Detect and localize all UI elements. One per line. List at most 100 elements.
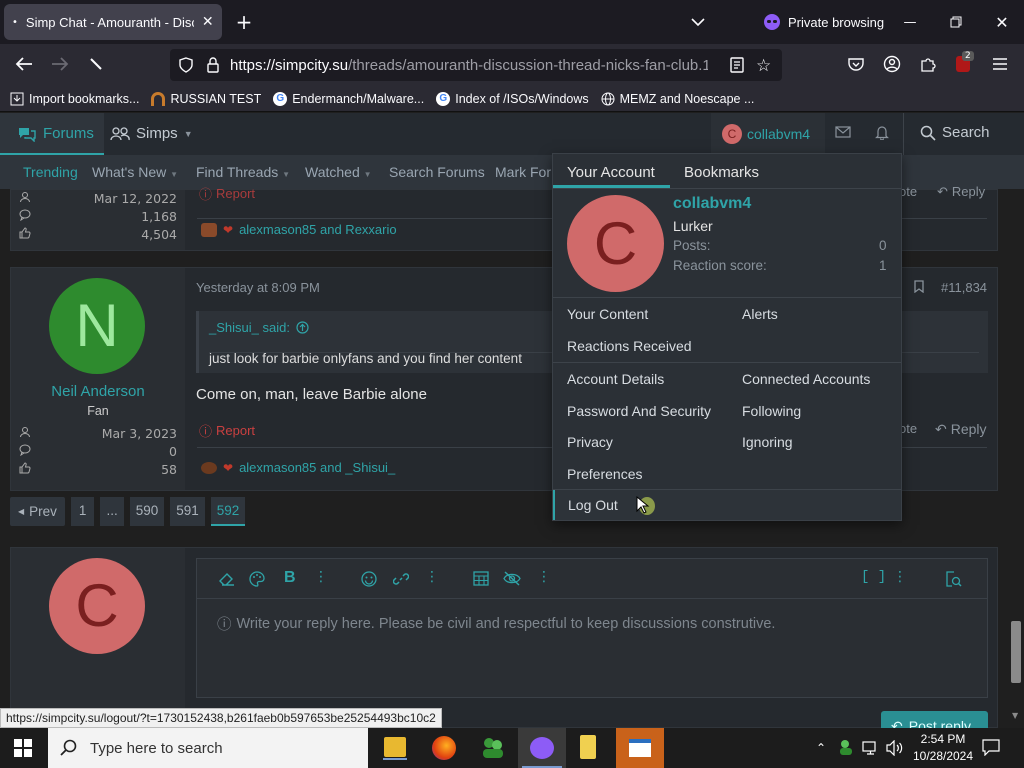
post-username[interactable]: Neil Anderson (11, 383, 185, 400)
more-options-icon[interactable]: ⋮ (537, 569, 551, 585)
browser-tab[interactable]: • Simp Chat - Amouranth - Discu ✕ (4, 4, 222, 40)
account-circle-icon[interactable] (882, 54, 902, 74)
close-window-icon[interactable]: ✕ (992, 12, 1012, 32)
reply-link[interactable]: ↶ Reply (937, 184, 985, 200)
tab-simps[interactable]: Simps ▼ (110, 125, 193, 142)
bookmark-endermanch[interactable]: G Endermanch/Malware... (273, 91, 424, 106)
tab-forums[interactable]: Forums (0, 113, 104, 155)
page-scrollbar[interactable]: ▼ (1008, 189, 1024, 728)
hamburger-menu-icon[interactable] (990, 55, 1010, 73)
user-avatar[interactable]: N (49, 278, 145, 374)
menu-link-preferences[interactable]: Preferences (567, 466, 642, 482)
page-link[interactable]: 1 (70, 497, 95, 526)
reader-view-icon[interactable] (730, 57, 744, 73)
quote-attribution[interactable]: _Shisui_ said: (209, 320, 309, 335)
extensions-puzzle-icon[interactable] (918, 54, 938, 74)
menu-link-privacy[interactable]: Privacy (567, 434, 613, 450)
page-link-current[interactable]: 592 (210, 497, 246, 526)
preview-icon[interactable] (945, 571, 962, 587)
reply-textarea[interactable]: ⓘ Write your reply here. Please be civil… (217, 613, 775, 634)
bbcode-toggle-icon[interactable]: [ ] (861, 569, 886, 585)
search-button[interactable]: Search (920, 124, 990, 141)
bookmark-star-icon[interactable]: ☆ (756, 56, 771, 76)
envelope-icon[interactable] (835, 126, 851, 138)
subnav-mark-forums[interactable]: Mark For (495, 164, 551, 180)
taskbar-search[interactable]: Type here to search (48, 728, 368, 768)
volume-icon[interactable] (886, 740, 904, 756)
prev-page-button[interactable]: ◀ Prev (10, 497, 65, 526)
page-link[interactable]: 590 (129, 497, 165, 526)
bookmark-memz[interactable]: MEMZ and Noescape ... (601, 92, 754, 106)
menu-logout-row[interactable]: Log Out (553, 490, 901, 520)
reactions-bar[interactable]: ❤ alexmason85 and Rexxario (201, 222, 397, 237)
notifications-icon[interactable] (982, 739, 1000, 756)
subnav-find-threads[interactable]: Find Threads ▼ (196, 164, 290, 180)
bell-icon[interactable] (875, 125, 889, 140)
menu-tab-bookmarks[interactable]: Bookmarks (684, 164, 759, 181)
bookmark-index-isos[interactable]: G Index of /ISOs/Windows (436, 91, 589, 106)
eraser-icon[interactable] (219, 572, 235, 586)
new-tab-icon[interactable]: + (234, 10, 254, 34)
back-arrow-icon[interactable] (14, 54, 34, 74)
page-ellipsis[interactable]: ... (100, 497, 124, 526)
loading-stop-icon[interactable] (86, 54, 106, 74)
more-options-icon[interactable]: ⋮ (425, 569, 439, 585)
subnav-search-forums[interactable]: Search Forums (389, 164, 485, 180)
page-link[interactable]: 591 (170, 497, 205, 526)
shield-icon[interactable] (179, 57, 193, 73)
table-icon[interactable] (473, 571, 489, 586)
restore-window-icon[interactable] (946, 12, 966, 32)
forward-arrow-icon[interactable] (50, 54, 70, 74)
tab-close-icon[interactable]: ✕ (202, 14, 214, 30)
pocket-icon[interactable] (846, 55, 866, 73)
app-taskbar-button[interactable] (616, 728, 664, 768)
menu-link-connected-accounts[interactable]: Connected Accounts (742, 371, 870, 387)
lock-icon[interactable] (207, 57, 219, 73)
link-icon[interactable] (393, 571, 409, 587)
url-bar[interactable]: https://simpcity.su/threads/amouranth-di… (170, 49, 782, 81)
tray-people-icon[interactable] (838, 738, 856, 756)
menu-username[interactable]: collabvm4 (673, 195, 751, 213)
network-icon[interactable] (862, 740, 880, 756)
menu-link-alerts[interactable]: Alerts (742, 306, 778, 322)
menu-link-following[interactable]: Following (742, 403, 801, 419)
menu-avatar[interactable]: C (567, 195, 664, 292)
post-number[interactable]: #11,834 (941, 280, 987, 295)
reactions-bar[interactable]: ❤ alexmason85 and _Shisui_ (201, 460, 395, 475)
subnav-watched[interactable]: Watched ▼ (305, 164, 372, 180)
list-tabs-chevron-icon[interactable] (688, 12, 708, 32)
bookmark-icon[interactable] (914, 280, 924, 293)
more-options-icon[interactable]: ⋮ (893, 569, 907, 585)
url-text[interactable]: https://simpcity.su/threads/amouranth-di… (230, 57, 708, 74)
windows-start-icon[interactable] (14, 739, 32, 757)
scroll-down-icon[interactable]: ▼ (1012, 711, 1018, 720)
taskbar-clock[interactable]: 2:54 PM 10/28/2024 (908, 731, 978, 765)
reply-link[interactable]: ↶ Reply (935, 421, 987, 438)
more-options-icon[interactable]: ⋮ (314, 569, 328, 585)
menu-link-reactions-received[interactable]: Reactions Received (567, 338, 692, 354)
people-app-icon[interactable] (480, 736, 506, 760)
menu-link-password-security[interactable]: Password And Security (567, 403, 711, 419)
menu-link-ignoring[interactable]: Ignoring (742, 434, 793, 450)
smiley-icon[interactable] (361, 571, 377, 587)
report-link[interactable]: ⓘ Report (199, 421, 255, 440)
file-explorer-icon[interactable] (384, 737, 406, 757)
palette-icon[interactable] (249, 571, 265, 587)
account-tab[interactable]: C collabvm4 (711, 113, 825, 155)
show-hidden-icons-chevron-icon[interactable]: ⌃ (816, 741, 826, 755)
firefox-private-taskbar-button[interactable] (518, 728, 566, 768)
minimize-icon[interactable]: — (900, 12, 920, 32)
post-timestamp[interactable]: Yesterday at 8:09 PM (196, 280, 320, 295)
menu-tab-your-account[interactable]: Your Account (567, 164, 655, 181)
subnav-trending[interactable]: Trending (23, 164, 78, 180)
menu-link-account-details[interactable]: Account Details (567, 371, 664, 387)
bookmark-russian-test[interactable]: RUSSIAN TEST (151, 91, 261, 106)
bookmark-import[interactable]: Import bookmarks... (10, 92, 139, 106)
report-link[interactable]: ⓘ Report (199, 184, 255, 203)
menu-link-log-out[interactable]: Log Out (568, 497, 618, 513)
notepad-icon[interactable] (580, 735, 596, 759)
subnav-whats-new[interactable]: What's New ▼ (92, 164, 178, 180)
scrollbar-thumb[interactable] (1011, 621, 1021, 683)
menu-link-your-content[interactable]: Your Content (567, 306, 648, 322)
hide-eye-slash-icon[interactable] (503, 571, 521, 586)
